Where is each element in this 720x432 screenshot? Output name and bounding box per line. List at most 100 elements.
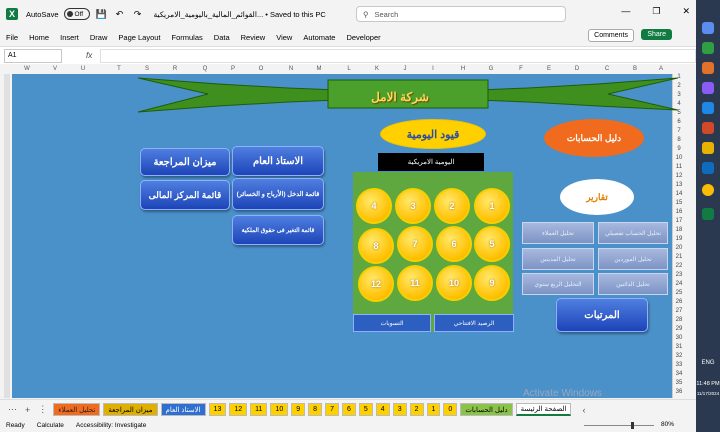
tab-scroll-icon[interactable]: ⋮ [38,404,47,415]
sheet-tab[interactable]: ميزان المراجعة [103,403,158,416]
column-label[interactable]: C [600,66,614,72]
undo-icon[interactable]: ↶ [114,8,126,20]
salaries-button[interactable]: المرتبات [556,298,648,332]
column-label[interactable]: W [20,66,34,72]
opening-balance-button[interactable]: الرصيد الافتتاحي [434,314,514,332]
column-label[interactable]: E [542,66,556,72]
menu-home[interactable]: Home [29,33,49,42]
report-button[interactable]: تحليل الدائنين [598,273,668,295]
menu-formulas[interactable]: Formulas [172,33,203,42]
taskbar-app-icon[interactable] [702,102,714,114]
menu-data[interactable]: Data [214,33,230,42]
taskbar-app-icon[interactable] [702,42,714,54]
column-label[interactable]: R [168,66,182,72]
column-label[interactable]: V [48,66,62,72]
column-label[interactable]: T [112,66,126,72]
sheet-tab[interactable]: 2 [409,403,424,416]
report-button[interactable]: التحليل الربع سنوي [522,273,594,295]
left-scroll-track[interactable] [4,74,10,398]
document-title[interactable]: القوائم_المالية_باليومية_الامريكية... • … [154,10,326,19]
column-label[interactable]: H [456,66,470,72]
equity-statement-button[interactable]: قائمة التغير فى حقوق الملكية [232,215,324,245]
column-label[interactable]: S [140,66,154,72]
balance-sheet-button[interactable]: قائمة المركز المالى [140,180,230,210]
menu-review[interactable]: Review [241,33,266,42]
minimize-icon[interactable]: — [621,6,630,17]
language-indicator[interactable]: ENG [696,360,720,366]
column-label[interactable]: D [570,66,584,72]
adjustments-button[interactable]: التسويات [353,314,431,332]
taskbar-app-icon[interactable] [702,142,714,154]
taskbar-app-icon[interactable] [702,62,714,74]
sheet-tab[interactable]: دليل الحسابات [460,403,513,416]
column-label[interactable]: U [76,66,90,72]
journal-3-button[interactable]: 3 [395,188,431,224]
column-label[interactable]: A [654,66,668,72]
formula-input[interactable] [100,48,696,63]
close-icon[interactable]: ✕ [682,6,690,17]
menu-insert[interactable]: Insert [60,33,79,42]
sheet-tab[interactable]: 0 [443,403,458,416]
status-calculate[interactable]: Calculate [37,422,64,429]
journal-4-button[interactable]: 4 [356,188,392,224]
column-label[interactable]: L [342,66,356,72]
vertical-scrollbar[interactable] [684,74,696,398]
accounts-guide-button[interactable]: دليل الحسابات [544,119,644,157]
chrome-icon[interactable] [702,184,714,196]
menu-page-layout[interactable]: Page Layout [118,33,160,42]
column-label[interactable]: J [398,66,412,72]
journal-entries-button[interactable]: قيود اليومية [380,119,486,149]
sheet-tab[interactable]: 1 [426,403,441,416]
clock-time[interactable]: 11:48 PM [696,381,720,387]
trial-balance-button[interactable]: ميزان المراجعة [140,148,230,176]
column-label[interactable]: P [226,66,240,72]
sheet-tab[interactable]: تحليل العملاء [53,403,101,416]
comments-button[interactable]: Comments [588,29,634,42]
menu-file[interactable]: File [6,33,18,42]
status-accessibility[interactable]: Accessibility: Investigate [76,422,146,429]
menu-view[interactable]: View [276,33,292,42]
menu-draw[interactable]: Draw [90,33,108,42]
column-label[interactable]: F [514,66,528,72]
zoom-level[interactable]: 80% [661,421,674,428]
general-ledger-button[interactable]: الاستاذ العام [232,146,324,176]
sheet-tab[interactable]: 9 [291,403,306,416]
sheet-tab[interactable]: 7 [325,403,339,416]
column-label[interactable]: K [370,66,384,72]
taskbar-app-icon[interactable] [702,22,714,34]
search-box[interactable]: ⚲ Search [356,6,566,22]
column-label[interactable]: M [312,66,326,72]
journal-6-button[interactable]: 6 [436,226,472,262]
journal-5-button[interactable]: 5 [474,226,510,262]
restore-icon[interactable]: ❐ [652,6,660,17]
sheet-tab[interactable]: 12 [229,403,248,416]
taskbar-app-icon[interactable] [702,82,714,94]
sheet-tab[interactable]: 13 [208,403,227,416]
column-label[interactable]: N [284,66,298,72]
journal-11-button[interactable]: 11 [397,265,433,301]
sheet-tab[interactable]: 10 [270,403,289,416]
sheet-tab[interactable]: 11 [250,403,268,416]
more-icon[interactable]: ⋯ [8,404,17,415]
redo-icon[interactable]: ↷ [132,8,144,20]
save-icon[interactable]: 💾 [96,8,108,20]
report-button[interactable]: تحليل الحساب تفصيلي [598,222,668,244]
journal-12-button[interactable]: 12 [358,266,394,302]
add-sheet-icon[interactable]: + [25,405,30,415]
autosave-toggle[interactable]: Off [63,8,90,20]
column-label[interactable]: I [426,66,440,72]
journal-2-button[interactable]: 2 [434,188,470,224]
clock-date[interactable]: 11/17/2024 [696,391,720,396]
share-button[interactable]: Share [641,29,672,40]
journal-1-button[interactable]: 1 [474,188,510,224]
sheet-tab[interactable]: 5 [358,403,373,416]
column-label[interactable]: B [628,66,642,72]
column-label[interactable]: G [484,66,498,72]
report-button[interactable]: تحليل الموردين [598,248,668,270]
report-button[interactable]: تحليل المدينين [522,248,594,270]
fx-icon[interactable]: fx [86,51,92,60]
journal-10-button[interactable]: 10 [436,265,472,301]
sheet-tab[interactable]: 4 [375,403,390,416]
tab-prev-icon[interactable]: ‹ [582,405,585,415]
sheet-tab[interactable]: الصفحة الرئيسة [515,403,572,416]
